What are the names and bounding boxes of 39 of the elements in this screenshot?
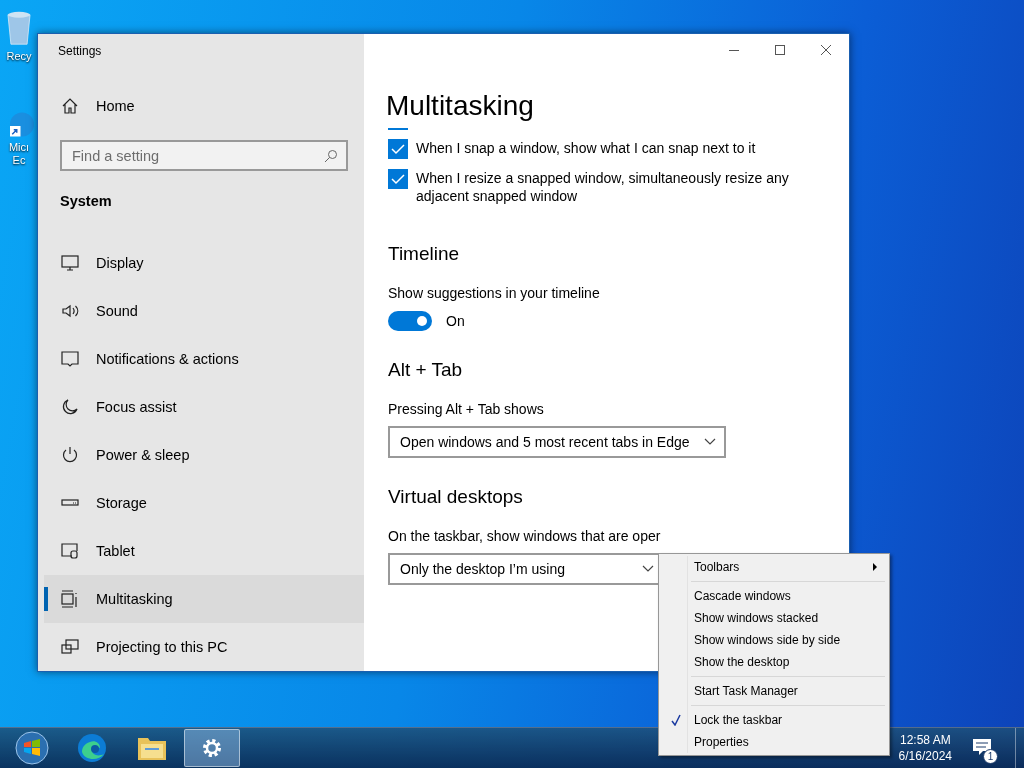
sidebar-item[interactable]: Focus assist [44, 383, 364, 431]
checkbox-label: When I resize a snapped window, simultaneously resize any adjacent snapped window [416, 169, 790, 205]
dropdown[interactable]: Open windows and 5 most recent tabs in Edge [388, 426, 726, 458]
sidebar-item[interactable]: Projecting to this PC [44, 623, 364, 671]
menu-item[interactable]: Show the desktop [661, 651, 887, 673]
clock-date: 6/16/2024 [898, 748, 952, 764]
menu-item[interactable]: Toolbars [661, 556, 887, 578]
sidebar-item[interactable]: Tablet [44, 527, 364, 575]
section-heading: Alt + Tab [388, 359, 464, 381]
clock[interactable]: 12:58 AM 6/16/2024 [898, 732, 952, 764]
section-heading: Virtual desktops [388, 486, 524, 508]
menu-item[interactable]: Show windows side by side [661, 629, 887, 651]
window-title: Settings [58, 44, 103, 58]
menu-item[interactable]: Start Task Manager [661, 680, 887, 702]
desktop-icon-label: Ec [12, 154, 26, 167]
page-title: Multitasking [386, 90, 535, 122]
desktop-icon-label: Recy [6, 50, 32, 63]
home-link[interactable]: Home [44, 82, 364, 130]
setting-label: On the taskbar, show windows that are oper [388, 528, 662, 544]
sidebar-item[interactable]: Multitasking [44, 575, 364, 623]
sidebar-item[interactable]: Power & sleep [44, 431, 364, 479]
section-heading: System [60, 193, 113, 209]
notification-badge: 1 [983, 749, 998, 764]
section-heading: Timeline [388, 243, 461, 265]
toggle-state: On [446, 313, 465, 329]
sidebar-item[interactable]: Notifications & actions [44, 335, 364, 383]
menu-item[interactable]: Cascade windows [661, 585, 887, 607]
setting-label: Pressing Alt + Tab shows [388, 401, 545, 417]
setting-label: Show suggestions in your timeline [388, 285, 601, 301]
checkbox-label: When I snap a window, show what I can snap next to it [416, 139, 757, 157]
clock-time: 12:58 AM [899, 732, 951, 748]
desktop-icon-label: Micı [8, 141, 30, 154]
menu-item[interactable]: Properties [661, 731, 887, 753]
sidebar-item[interactable]: Sound [44, 287, 364, 335]
menu-item[interactable]: Show windows stacked [661, 607, 887, 629]
menu-item[interactable]: Lock the taskbar [661, 709, 887, 731]
search-field[interactable]: Find a setting [60, 140, 348, 171]
sidebar-item[interactable]: Storage [44, 479, 364, 527]
sidebar-item[interactable]: Display [44, 239, 364, 287]
